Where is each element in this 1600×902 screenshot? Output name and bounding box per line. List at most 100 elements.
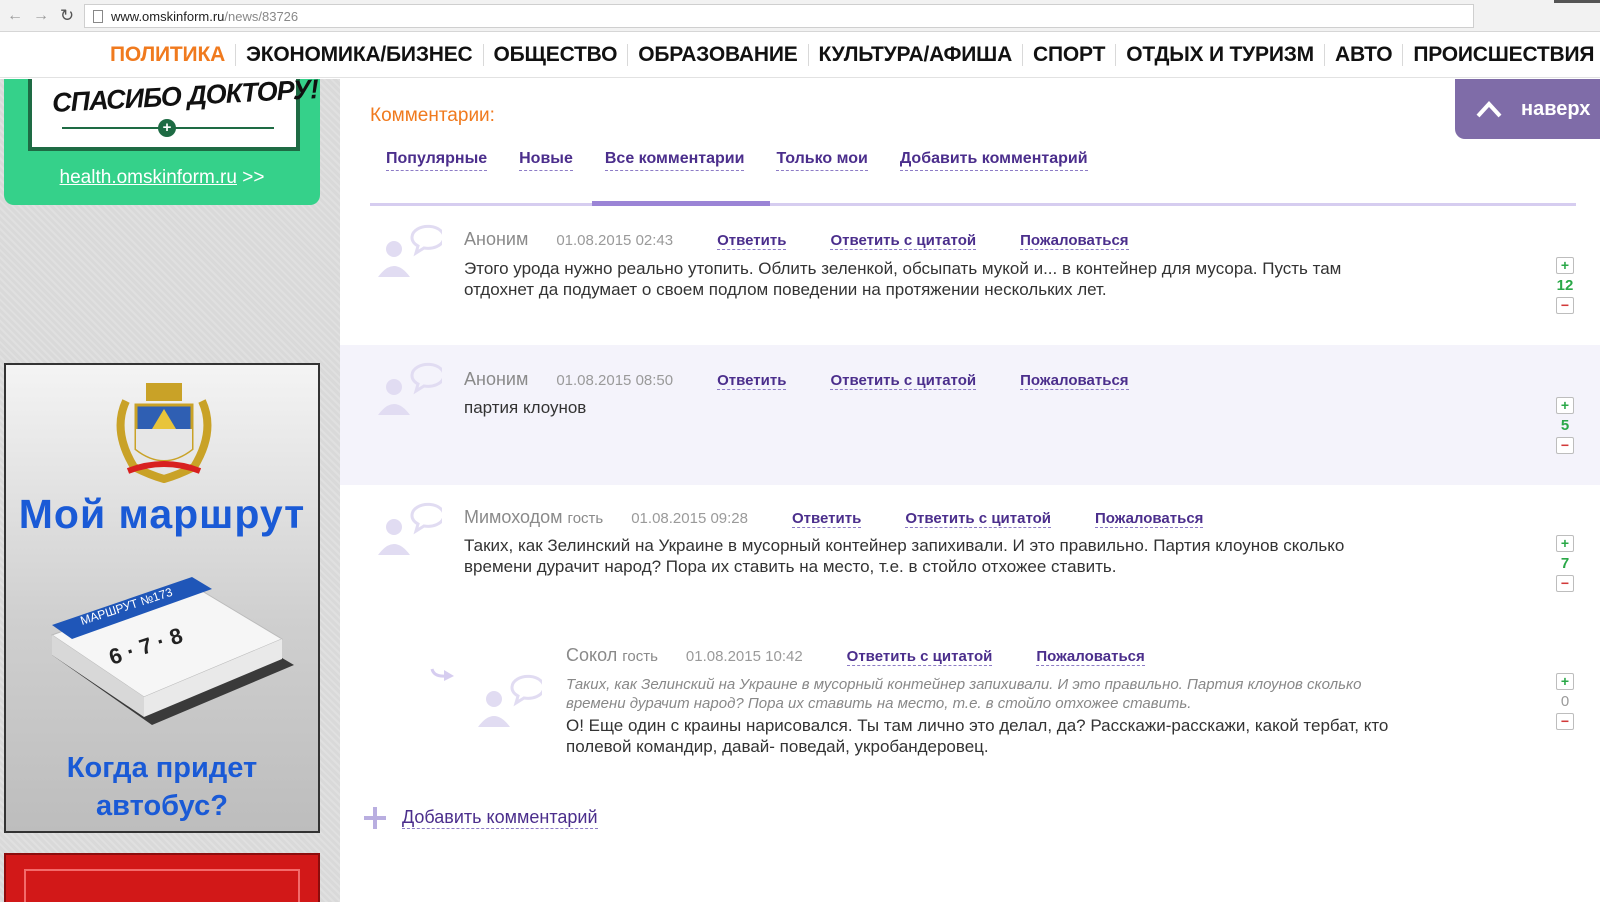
- page-icon: [93, 9, 103, 23]
- comment-date: 01.08.2015 09:28: [631, 510, 748, 527]
- nav-obrazovanie[interactable]: ОБРАЗОВАНИЕ: [628, 43, 809, 66]
- avatar-icon: [378, 224, 442, 277]
- comment-item: Мимоходом гость 01.08.2015 09:28 Ответит…: [340, 485, 1600, 623]
- vote-up-icon[interactable]: +: [1556, 397, 1574, 414]
- tab-popular[interactable]: Популярные: [386, 150, 488, 171]
- comment-author: Мимоходом: [464, 507, 563, 527]
- comment-text-line-1: Таких, как Зелинский на Украине в мусорн…: [464, 536, 1345, 555]
- rating-value: 5: [1560, 417, 1570, 434]
- comment-author: Аноним: [464, 369, 529, 389]
- tab-add-comment[interactable]: Добавить комментарий: [899, 150, 1088, 171]
- comment-text: Таких, как Зелинский на Украине в мусорн…: [464, 535, 1344, 577]
- vote-up-icon[interactable]: +: [1556, 535, 1574, 552]
- browser-toolbar: ← → ↻ www.omskinform.ru/news/83726: [0, 0, 1600, 32]
- tab-new[interactable]: Новые: [519, 150, 573, 171]
- vote-down-icon[interactable]: −: [1556, 297, 1574, 314]
- quote-reply-button[interactable]: Ответить с цитатой: [905, 510, 1051, 528]
- to-top-label: наверх: [1521, 97, 1591, 120]
- quote-reply-button[interactable]: Ответить с цитатой: [830, 232, 977, 250]
- report-button[interactable]: Пожаловаться: [1095, 510, 1204, 528]
- comments-title: Комментарии:: [370, 105, 495, 126]
- left-sidebar: СПАСИБО ДОКТОРУ! + health.omskinform.ru …: [0, 74, 340, 902]
- address-bar[interactable]: www.omskinform.ru/news/83726: [84, 4, 1474, 28]
- comment-date: 01.08.2015 08:50: [556, 372, 674, 389]
- reply-button[interactable]: Ответить: [792, 510, 862, 528]
- tab-mine[interactable]: Только мои: [776, 150, 868, 171]
- window-edge: [1554, 0, 1600, 3]
- url-domain: www.omskinform.ru: [111, 8, 225, 24]
- comment-text-line-2: времени дурачит народ? Пора их ставить н…: [464, 557, 1117, 576]
- comment-quote: Таких, как Зелинский на Украине в мусорн…: [566, 675, 1361, 713]
- plus-icon: [364, 807, 386, 829]
- nav-avto[interactable]: АВТО: [1325, 43, 1404, 66]
- comment-rating: + 5 −: [1554, 397, 1576, 454]
- avatar-icon: [378, 502, 442, 555]
- nav-kultura[interactable]: КУЛЬТУРА/АФИША: [809, 43, 1024, 66]
- report-button[interactable]: Пожаловаться: [1020, 232, 1129, 250]
- health-link[interactable]: health.omskinform.ru >>: [4, 167, 320, 189]
- vote-down-icon[interactable]: −: [1556, 437, 1574, 454]
- comment-text: партия клоунов: [464, 397, 586, 418]
- nav-ekonomika[interactable]: ЭКОНОМИКА/БИЗНЕС: [236, 43, 484, 66]
- comment-header: Аноним 01.08.2015 02:43 Ответить Ответит…: [464, 229, 1129, 250]
- main-nav: ПОЛИТИКА ЭКОНОМИКА/БИЗНЕС ОБЩЕСТВО ОБРАЗ…: [0, 32, 1600, 78]
- comment-text-line-2: полевой командир, давай- поведай, укроба…: [566, 737, 989, 756]
- comment-rating: + 7 −: [1554, 535, 1576, 592]
- url-path: /news/83726: [224, 8, 299, 24]
- forward-icon[interactable]: →: [30, 5, 52, 27]
- vote-down-icon[interactable]: −: [1556, 575, 1574, 592]
- route-subtitle: Когда придет автобус?: [6, 749, 318, 825]
- comment-text: Этого урода нужно реально утопить. Облит…: [464, 258, 1341, 300]
- vote-down-icon[interactable]: −: [1556, 713, 1574, 730]
- route-banner[interactable]: Мой маршрут МАРШРУТ №173 6 · 7 · 8 Когда…: [4, 363, 320, 833]
- nav-politika[interactable]: ПОЛИТИКА: [100, 43, 237, 66]
- comment-text-line-1: Этого урода нужно реально утопить. Облит…: [464, 259, 1342, 278]
- comment-reply-item: Сокол гость 01.08.2015 10:42 Ответить с …: [340, 623, 1600, 793]
- comment-item: Аноним 01.08.2015 02:43 Ответить Ответит…: [340, 207, 1600, 345]
- active-tab-indicator: [592, 201, 770, 206]
- comment-quote-line-2: времени дурачит народ? Пора их ставить н…: [566, 695, 1192, 712]
- nav-sport[interactable]: СПОРТ: [1023, 43, 1117, 66]
- to-top-button[interactable]: наверх: [1455, 79, 1600, 139]
- tabs-underline: [370, 201, 1576, 206]
- add-comment-link[interactable]: Добавить комментарий: [364, 807, 598, 829]
- reply-button[interactable]: Ответить: [717, 232, 787, 250]
- route-subtitle-line-1: Когда придет: [66, 752, 258, 784]
- tab-all[interactable]: Все комментарии: [604, 150, 745, 171]
- reload-icon[interactable]: ↻: [56, 5, 78, 27]
- health-link-text[interactable]: health.omskinform.ru: [60, 167, 237, 188]
- medical-plus-icon: +: [158, 119, 176, 137]
- report-button[interactable]: Пожаловаться: [1036, 648, 1145, 666]
- calendar-icon: МАРШРУТ №173 6 · 7 · 8: [50, 577, 294, 725]
- quote-reply-button[interactable]: Ответить с цитатой: [830, 372, 977, 390]
- comment-text-line-2: отдохнет да подумает о своем подлом пове…: [464, 280, 1107, 299]
- doctor-banner[interactable]: СПАСИБО ДОКТОРУ! + health.omskinform.ru …: [4, 74, 320, 205]
- nav-obshchestvo[interactable]: ОБЩЕСТВО: [484, 43, 629, 66]
- reply-arrow-icon: [430, 668, 454, 681]
- vote-up-icon[interactable]: +: [1556, 257, 1574, 274]
- comment-guest-badge: гость: [622, 648, 658, 665]
- comment-text-line-1: О! Еще один с краины нарисовался. Ты там…: [566, 716, 1389, 735]
- doctor-banner-text: СПАСИБО ДОКТОРУ!: [51, 74, 319, 118]
- back-icon[interactable]: ←: [4, 5, 26, 27]
- comment-text: О! Еще один с краины нарисовался. Ты там…: [566, 715, 1388, 757]
- comment-text-line-1: партия клоунов: [464, 398, 587, 417]
- quote-reply-button[interactable]: Ответить с цитатой: [846, 648, 993, 666]
- comment-header: Мимоходом гость 01.08.2015 09:28 Ответит…: [464, 507, 1204, 528]
- reply-button[interactable]: Ответить: [717, 372, 787, 390]
- comment-date: 01.08.2015 10:42: [685, 648, 803, 665]
- health-link-suffix: >>: [236, 167, 265, 188]
- red-banner[interactable]: [4, 853, 320, 902]
- nav-otdykh[interactable]: ОТДЫХ И ТУРИЗМ: [1116, 43, 1325, 66]
- rating-value: 7: [1560, 555, 1570, 572]
- nav-proisshestviya[interactable]: ПРОИСШЕСТВИЯ: [1403, 43, 1600, 66]
- add-comment-label[interactable]: Добавить комментарий: [402, 807, 598, 829]
- vote-up-icon[interactable]: +: [1556, 673, 1574, 690]
- comment-quote-line-1: Таких, как Зелинский на Украине в мусорн…: [566, 676, 1362, 693]
- comment-rating: + 12 −: [1554, 257, 1576, 314]
- avatar-icon: [378, 362, 442, 415]
- comment-header: Аноним 01.08.2015 08:50 Ответить Ответит…: [464, 369, 1129, 390]
- comment-header: Сокол гость 01.08.2015 10:42 Ответить с …: [566, 645, 1145, 666]
- report-button[interactable]: Пожаловаться: [1020, 372, 1129, 390]
- comment-rating: + 0 −: [1554, 673, 1576, 730]
